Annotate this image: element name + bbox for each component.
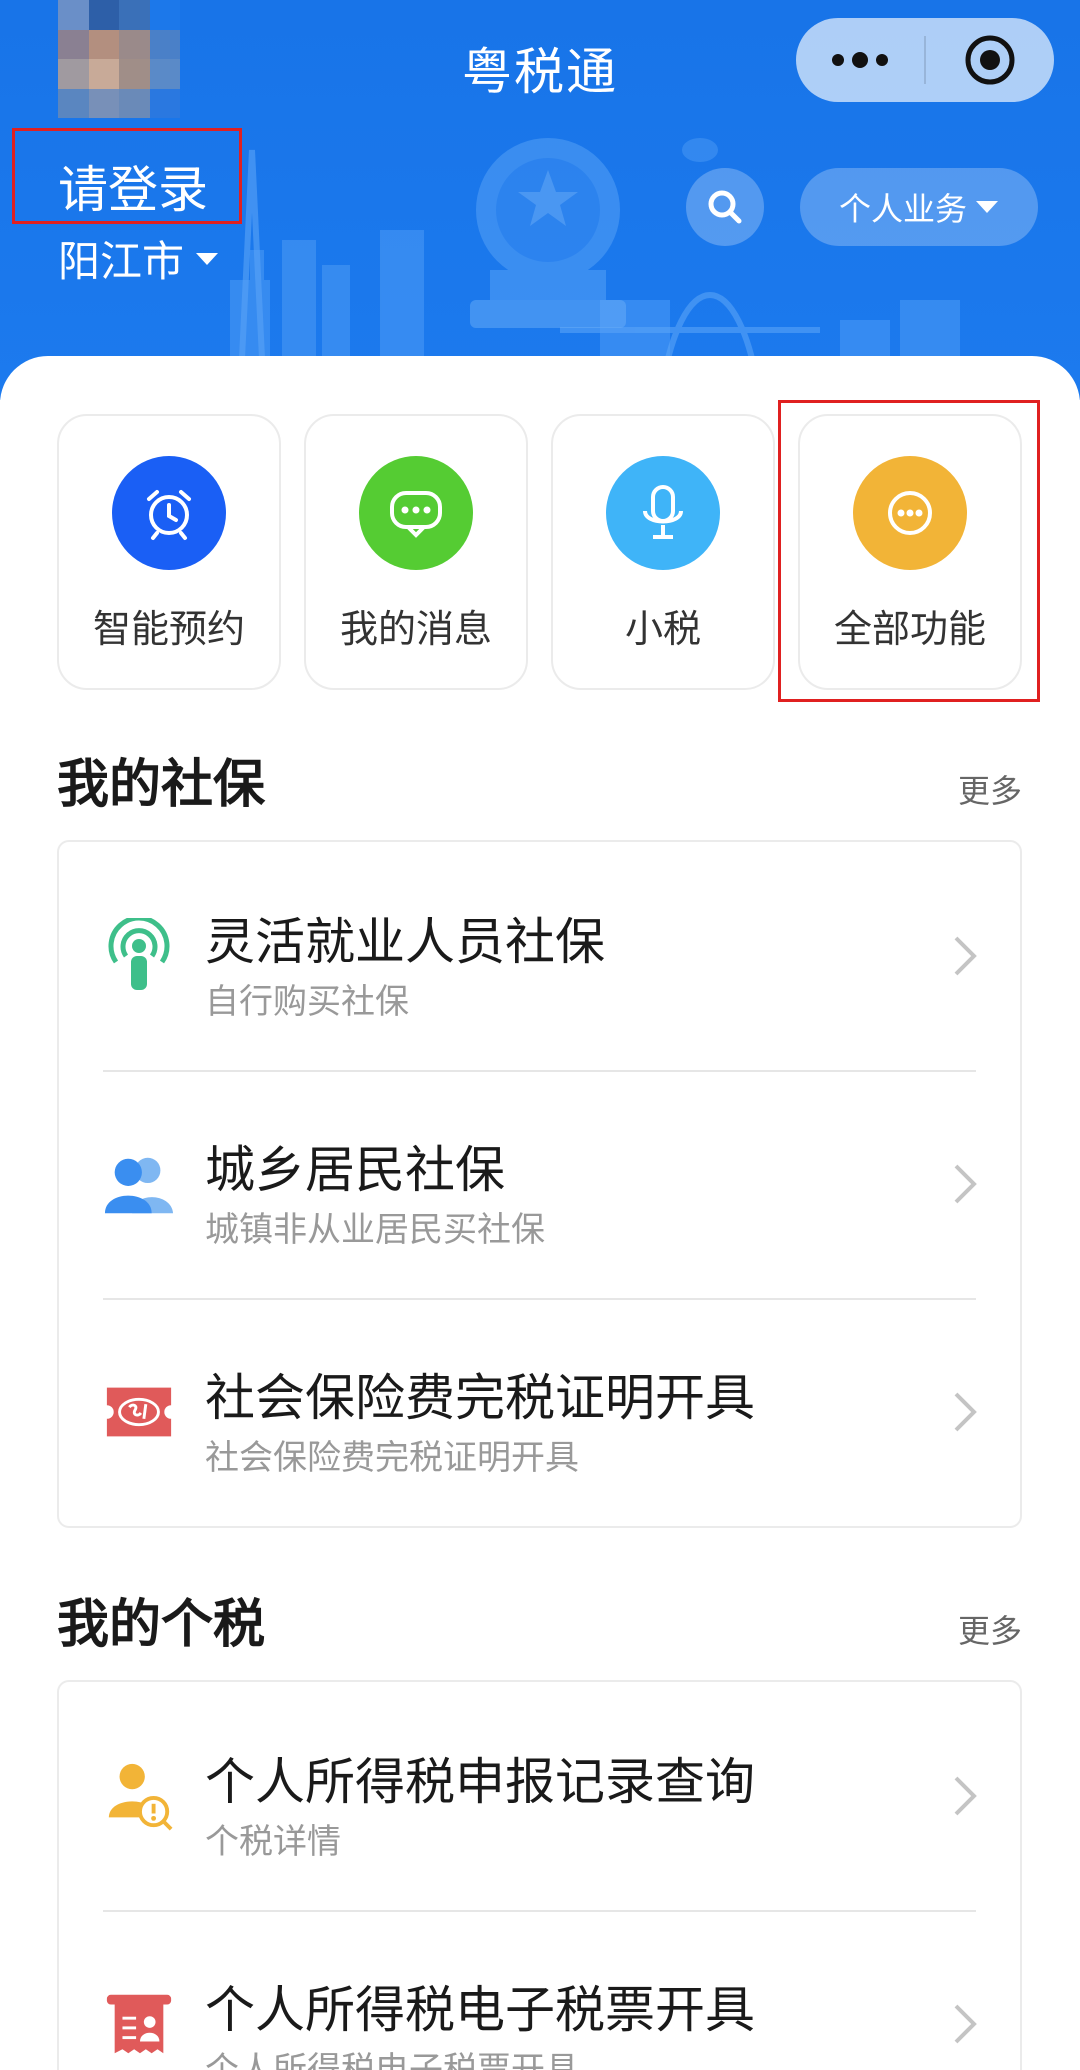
list-item-subtitle: 个人所得税电子税票开具 [205,2050,579,2070]
personal-tax-more-link[interactable]: 更多 [958,1606,1022,1652]
chevron-right-icon [954,1776,977,1816]
city-label: 阳江市 [58,237,185,286]
search-icon [708,190,742,224]
close-miniprogram-button[interactable] [926,18,1054,102]
miniprogram-capsule [796,18,1054,102]
quick-action-smart-appointment[interactable]: 智能预约 [57,414,281,690]
all-functions-highlight-box [778,400,1040,702]
chevron-right-icon [954,1392,977,1432]
caret-down-icon [976,201,998,213]
si-certificate-icon [103,1372,175,1452]
social-security-more-link[interactable]: 更多 [958,766,1022,812]
header-banner: 粤税通 请登录 阳江市 个人业务 [0,0,1080,400]
quick-action-my-messages[interactable]: 我的消息 [304,414,528,690]
quick-action-label: 我的消息 [339,607,492,651]
main-content: 智能预约 我的消息 小税 全部功能 我的社保 更多 灵活就业人员社保 自行购买社… [0,356,1080,2070]
e-tax-receipt-icon [103,1984,175,2064]
list-item-subtitle: 自行购买社保 [205,982,409,1022]
quick-action-label: 小税 [624,607,701,651]
chevron-right-icon [954,2004,977,2044]
list-item-title: 社会保险费完税证明开具 [205,1369,755,1427]
list-item-title: 个人所得税电子税票开具 [205,1981,755,2039]
list-item-subtitle: 城镇非从业居民买社保 [205,1210,545,1250]
personal-tax-card: 个人所得税申报记录查询 个税详情 个人所得税电子税票开具 个人所得税电子税票开具 [57,1680,1022,2070]
flexible-worker-icon [103,916,175,996]
social-security-card: 灵活就业人员社保 自行购买社保 城乡居民社保 城镇非从业居民买社保 社会保险费完… [57,840,1022,1528]
login-button[interactable]: 请登录 [58,150,208,222]
residents-icon [103,1144,175,1224]
microphone-icon [606,456,720,570]
business-type-label: 个人业务 [838,190,967,228]
list-item-title: 个人所得税申报记录查询 [205,1753,755,1811]
quick-action-xiaoshui[interactable]: 小税 [551,414,775,690]
search-button[interactable] [686,168,764,246]
alarm-clock-icon [112,456,226,570]
list-item-e-tax-receipt[interactable]: 个人所得税电子税票开具 个人所得税电子税票开具 [59,1910,1020,2070]
chevron-right-icon [954,1164,977,1204]
tax-record-query-icon [103,1756,175,1836]
section-title-personal-tax: 我的个税 [57,1595,266,1655]
list-item-title: 城乡居民社保 [205,1141,505,1199]
quick-action-label: 智能预约 [92,607,245,651]
list-item-tax-record-query[interactable]: 个人所得税申报记录查询 个税详情 [59,1682,1020,1910]
caret-down-icon [196,252,219,265]
chat-bubble-icon [359,456,473,570]
list-item-si-certificate[interactable]: 社会保险费完税证明开具 社会保险费完税证明开具 [59,1298,1020,1526]
menu-more-button[interactable] [796,18,924,102]
city-selector[interactable]: 阳江市 [58,228,220,289]
list-item-subtitle: 个税详情 [205,1822,341,1862]
business-type-selector[interactable]: 个人业务 [800,168,1038,246]
list-item-subtitle: 社会保险费完税证明开具 [205,1438,579,1478]
more-dots-icon [832,52,888,68]
chevron-right-icon [954,936,977,976]
list-item-flexible-employment[interactable]: 灵活就业人员社保 自行购买社保 [59,842,1020,1070]
list-item-title: 灵活就业人员社保 [205,913,605,971]
section-title-social-security: 我的社保 [57,755,266,815]
target-icon [965,35,1015,85]
list-item-urban-rural-residents[interactable]: 城乡居民社保 城镇非从业居民买社保 [59,1070,1020,1298]
